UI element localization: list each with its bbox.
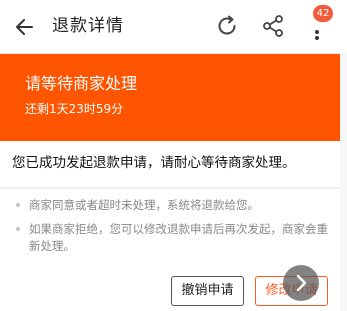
- notification-badge: 42: [313, 5, 333, 22]
- cancel-request-button[interactable]: 撤销申请: [171, 276, 244, 306]
- tip-text-line2: 新处理。: [29, 239, 75, 253]
- back-button[interactable]: [10, 12, 40, 42]
- scroll-edge: [340, 53, 347, 311]
- refresh-icon: [218, 15, 236, 35]
- tip-text-line1: 如果商家拒绝，您可以修改退款申请后再次发起，商家会重: [29, 222, 328, 236]
- page-title: 退款详情: [52, 16, 124, 36]
- tip-item: 如果商家拒绝，您可以修改退款申请后再次发起，商家会重 新处理。: [16, 221, 336, 255]
- share-button[interactable]: [259, 12, 287, 40]
- tip-text: 商家同意或者超时未处理，系统将退款给您。: [29, 198, 259, 212]
- top-app-bar: 退款详情 42: [0, 0, 347, 54]
- floating-next-button[interactable]: [283, 265, 319, 301]
- remaining-time: 还剩1天23时59分: [25, 102, 124, 116]
- refund-detail-page: 退款详情 42 请等待商家处理 还剩1天23时59分 您已成功发起退款申请，请耐…: [0, 0, 347, 311]
- share-icon: [263, 15, 283, 37]
- bullet-icon: [16, 202, 20, 207]
- status-banner: 请等待商家处理 还剩1天23时59分: [0, 54, 340, 141]
- refresh-button[interactable]: [213, 12, 241, 40]
- back-arrow-icon: [16, 19, 33, 35]
- chevron-right-icon: [296, 274, 307, 292]
- status-title: 请等待商家处理: [25, 74, 138, 93]
- tip-item: 商家同意或者超时未处理，系统将退款给您。: [16, 197, 336, 214]
- bullet-icon: [16, 226, 20, 231]
- tips-list: 商家同意或者超时未处理，系统将退款给您。 如果商家拒绝，您可以修改退款申请后再次…: [0, 188, 340, 272]
- notice-card: 您已成功发起退款申请，请耐心等待商家处理。: [0, 141, 340, 187]
- notice-text: 您已成功发起退款申请，请耐心等待商家处理。: [12, 155, 296, 171]
